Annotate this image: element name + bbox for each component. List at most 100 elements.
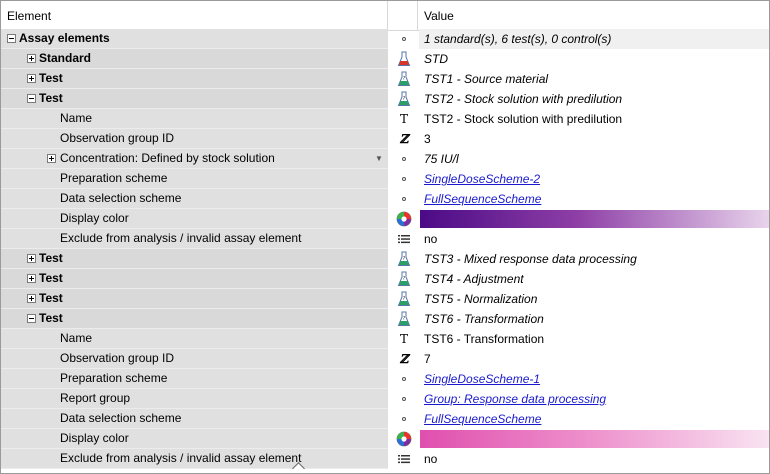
svg-text:?: ? — [403, 256, 406, 262]
flask-green-icon: ? — [389, 309, 419, 329]
row-report-group[interactable]: Report group Group: Response data proces… — [1, 389, 769, 409]
row-value[interactable]: 7 — [424, 349, 764, 369]
flask-red-icon — [389, 49, 419, 69]
dot-icon — [389, 169, 419, 189]
row-data-selection-scheme[interactable]: Data selection scheme FullSequenceScheme — [1, 409, 769, 429]
row-value: TST2 - Stock solution with predilution — [424, 92, 623, 106]
row-label: Data selection scheme — [60, 411, 182, 425]
preparation-scheme-link[interactable]: SingleDoseScheme-1 — [424, 372, 540, 386]
row-observation-group-id[interactable]: Observation group ID ℤ 3 — [1, 129, 769, 149]
svg-text:?: ? — [403, 296, 406, 302]
flask-green-icon: ? — [389, 89, 419, 109]
expand-icon[interactable] — [27, 254, 36, 263]
dropdown-arrow-icon[interactable]: ▼ — [373, 149, 385, 168]
row-label: Name — [60, 331, 93, 345]
list-icon — [389, 229, 419, 249]
row-label: Test — [39, 251, 63, 265]
row-label: Report group — [60, 391, 131, 405]
preparation-scheme-link[interactable]: SingleDoseScheme-2 — [424, 172, 540, 186]
row-assay-elements[interactable]: Assay elements 1 standard(s), 6 test(s),… — [1, 29, 769, 49]
row-label: Standard — [39, 51, 92, 65]
row-value[interactable]: no — [424, 449, 764, 469]
row-concentration[interactable]: Concentration: Defined by stock solution… — [1, 149, 769, 169]
row-test[interactable]: Test ? TST1 - Source material — [1, 69, 769, 89]
row-name[interactable]: Name T TST6 - Transformation — [1, 329, 769, 349]
row-value: TST4 - Adjustment — [424, 272, 524, 286]
grid-header: Element Value — [1, 1, 769, 31]
svg-text:?: ? — [403, 276, 406, 282]
dot-icon — [389, 369, 419, 389]
property-grid: Element Value Assay elements 1 standard(… — [0, 0, 770, 474]
row-test[interactable]: Test ? TST3 - Mixed response data proces… — [1, 249, 769, 269]
row-label: Preparation scheme — [60, 171, 168, 185]
svg-text:?: ? — [403, 76, 406, 82]
row-label: Test — [39, 291, 63, 305]
row-label: Test — [39, 71, 63, 85]
dot-icon — [389, 29, 419, 49]
expand-icon[interactable] — [27, 54, 36, 63]
row-value[interactable]: TST6 - Transformation — [424, 329, 764, 349]
list-icon — [389, 449, 419, 469]
row-label: Exclude from analysis / invalid assay el… — [60, 451, 302, 465]
row-label: Data selection scheme — [60, 191, 182, 205]
row-label: Concentration: Defined by stock solution — [60, 151, 275, 165]
dot-icon — [389, 389, 419, 409]
text-icon: T — [399, 112, 408, 126]
row-label: Test — [39, 91, 63, 105]
integer-icon: ℤ — [399, 132, 409, 146]
collapse-icon[interactable] — [27, 314, 36, 323]
text-icon: T — [399, 332, 408, 346]
row-value[interactable]: no — [424, 229, 764, 249]
svg-text:?: ? — [403, 96, 406, 102]
row-test[interactable]: Test ? TST4 - Adjustment — [1, 269, 769, 289]
row-label: Test — [39, 271, 63, 285]
expand-icon[interactable] — [27, 274, 36, 283]
dot-icon — [389, 149, 419, 169]
expand-icon[interactable] — [27, 74, 36, 83]
row-value: 1 standard(s), 6 test(s), 0 control(s) — [419, 29, 769, 49]
row-display-color[interactable]: Display color — [1, 429, 769, 449]
dot-icon — [389, 409, 419, 429]
color-swatch-bar[interactable] — [420, 210, 769, 228]
report-group-link[interactable]: Group: Response data processing — [424, 392, 606, 406]
flask-green-icon: ? — [389, 269, 419, 289]
row-value: TST1 - Source material — [424, 72, 549, 86]
row-value: TST6 - Transformation — [424, 312, 544, 326]
flask-green-icon: ? — [389, 289, 419, 309]
expand-icon[interactable] — [47, 154, 56, 163]
row-exclude-from-analysis[interactable]: Exclude from analysis / invalid assay el… — [1, 229, 769, 249]
row-label: Exclude from analysis / invalid assay el… — [60, 231, 302, 245]
row-test[interactable]: Test ? TST6 - Transformation — [1, 309, 769, 329]
row-label: Observation group ID — [60, 131, 175, 145]
row-observation-group-id[interactable]: Observation group ID ℤ 7 — [1, 349, 769, 369]
row-test[interactable]: Test ? TST5 - Normalization — [1, 289, 769, 309]
collapse-icon[interactable] — [7, 34, 16, 43]
icon-column-header[interactable] — [388, 1, 418, 30]
row-display-color[interactable]: Display color — [1, 209, 769, 229]
expand-icon[interactable] — [27, 294, 36, 303]
row-preparation-scheme[interactable]: Preparation scheme SingleDoseScheme-1 — [1, 369, 769, 389]
row-preparation-scheme[interactable]: Preparation scheme SingleDoseScheme-2 — [1, 169, 769, 189]
row-value[interactable]: 3 — [424, 129, 764, 149]
color-swatch-bar[interactable] — [420, 430, 769, 448]
row-data-selection-scheme[interactable]: Data selection scheme FullSequenceScheme — [1, 189, 769, 209]
row-value: STD — [424, 52, 448, 66]
row-label: Test — [39, 311, 63, 325]
dot-icon — [389, 189, 419, 209]
data-selection-scheme-link[interactable]: FullSequenceScheme — [424, 412, 541, 426]
collapse-icon[interactable] — [27, 94, 36, 103]
row-name[interactable]: Name T TST2 - Stock solution with predil… — [1, 109, 769, 129]
row-value[interactable]: TST2 - Stock solution with predilution — [424, 109, 764, 129]
integer-icon: ℤ — [399, 352, 409, 366]
row-label: Preparation scheme — [60, 371, 168, 385]
value-column-header[interactable]: Value — [418, 1, 769, 30]
data-selection-scheme-link[interactable]: FullSequenceScheme — [424, 192, 541, 206]
svg-text:?: ? — [403, 316, 406, 322]
row-test[interactable]: Test ? TST2 - Stock solution with predil… — [1, 89, 769, 109]
row-label: Name — [60, 111, 93, 125]
row-value: TST3 - Mixed response data processing — [424, 252, 637, 266]
row-value: 75 IU/l — [424, 152, 459, 166]
element-column-header[interactable]: Element — [1, 1, 388, 30]
row-exclude-from-analysis[interactable]: Exclude from analysis / invalid assay el… — [1, 449, 769, 469]
row-standard[interactable]: Standard STD — [1, 49, 769, 69]
